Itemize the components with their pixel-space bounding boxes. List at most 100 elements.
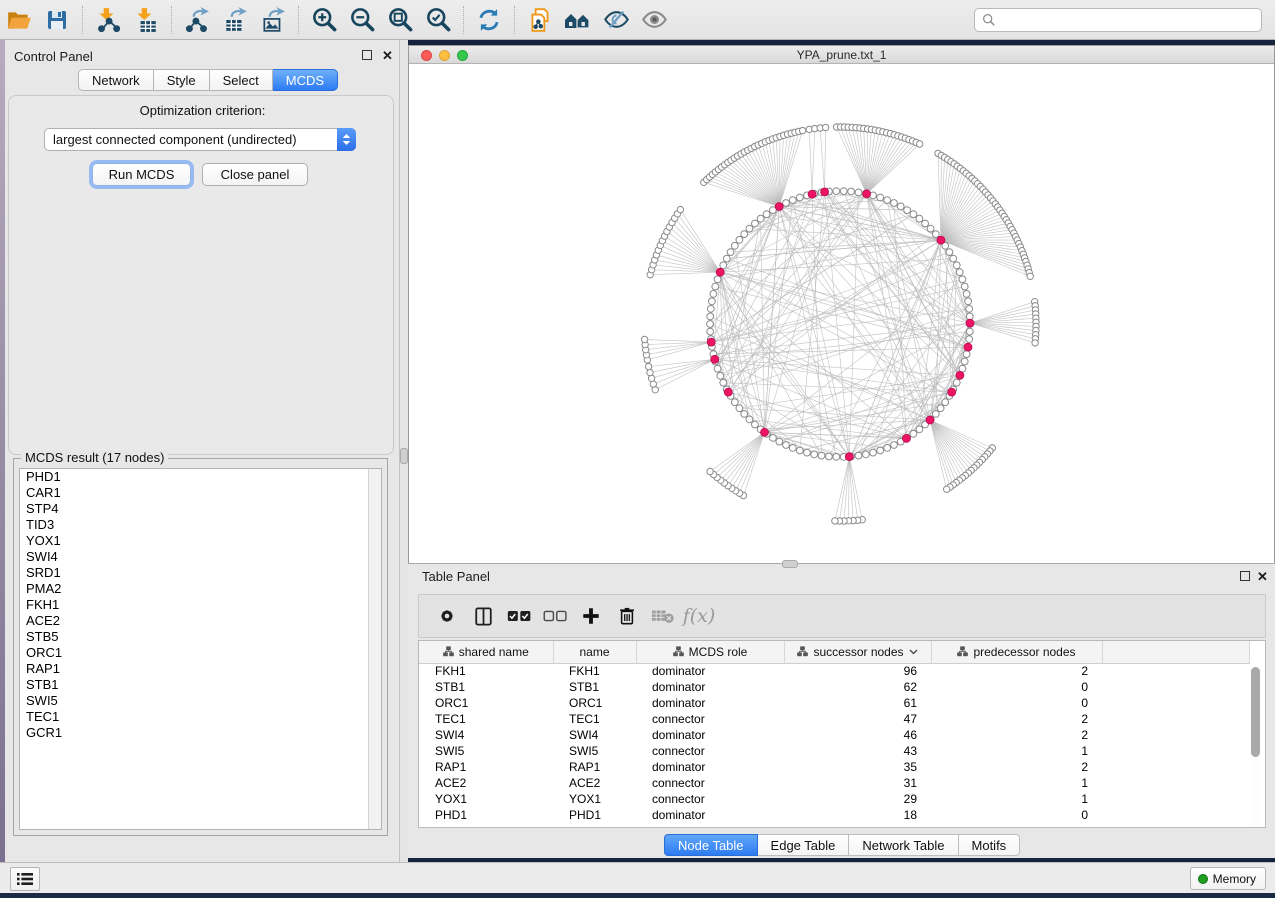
vertical-splitter[interactable]	[400, 40, 408, 862]
hierarchy-icon	[957, 646, 968, 657]
toolbar-separator	[171, 6, 172, 34]
column-header-name[interactable]: name	[553, 641, 636, 663]
deselect-all-button[interactable]	[537, 601, 573, 631]
table-row[interactable]: TEC1TEC1connector472	[419, 711, 1249, 727]
toolbar-separator	[514, 6, 515, 34]
mcds-result-item[interactable]: PMA2	[20, 581, 381, 597]
control-panel: Control Panel ✕ Network Style Select MCD…	[5, 40, 400, 862]
export-network-button[interactable]	[180, 3, 214, 37]
float-table-panel-icon[interactable]	[1240, 571, 1250, 581]
save-session-button[interactable]	[40, 3, 74, 37]
copy-network-button[interactable]	[523, 3, 557, 37]
table-panel-title: Table Panel	[422, 569, 490, 584]
task-history-button[interactable]	[10, 867, 40, 891]
table-row[interactable]: STB1STB1dominator620	[419, 679, 1249, 695]
splitter-grip[interactable]	[400, 448, 408, 464]
mcds-list-scrollbar[interactable]	[368, 469, 381, 829]
column-header-mcds-role[interactable]: MCDS role	[636, 641, 784, 663]
mcds-result-item[interactable]: PHD1	[20, 469, 381, 485]
table-row[interactable]: PHD1PHD1dominator180	[419, 807, 1249, 823]
main-toolbar	[0, 0, 1275, 40]
mcds-result-item[interactable]: YOX1	[20, 533, 381, 549]
table-settings-button[interactable]	[429, 601, 465, 631]
import-table-button[interactable]	[129, 3, 163, 37]
mcds-result-item[interactable]: CAR1	[20, 485, 381, 501]
network-window-titlebar[interactable]: YPA_prune.txt_1	[409, 46, 1274, 64]
table-scrollbar-thumb[interactable]	[1251, 667, 1260, 757]
network-canvas[interactable]	[409, 65, 1274, 563]
hide-selected-button[interactable]	[599, 3, 633, 37]
export-image-icon	[260, 7, 286, 33]
zoom-selected-button[interactable]	[421, 3, 455, 37]
eye-icon	[641, 6, 668, 33]
add-column-button[interactable]	[573, 601, 609, 631]
table-row[interactable]: SWI4SWI4dominator462	[419, 727, 1249, 743]
mcds-result-item[interactable]: ORC1	[20, 645, 381, 661]
table-toolbar: f(x)	[418, 594, 1266, 638]
zoom-in-button[interactable]	[307, 3, 341, 37]
table-row[interactable]: ORC1ORC1dominator610	[419, 695, 1249, 711]
mcds-result-item[interactable]: TEC1	[20, 709, 381, 725]
table-row[interactable]: SWI5SWI5connector431	[419, 743, 1249, 759]
tab-mcds[interactable]: MCDS	[273, 69, 338, 91]
memory-button[interactable]: Memory	[1190, 867, 1266, 890]
mcds-result-item[interactable]: STB5	[20, 629, 381, 645]
import-network-button[interactable]	[91, 3, 125, 37]
mcds-result-item[interactable]: SWI4	[20, 549, 381, 565]
search-field[interactable]	[974, 8, 1262, 32]
delete-table-button[interactable]	[645, 601, 681, 631]
table-scrollbar[interactable]	[1250, 665, 1261, 825]
mcds-result-item[interactable]: SWI5	[20, 693, 381, 709]
close-panel-icon[interactable]: ✕	[382, 51, 393, 61]
column-header-successor-nodes[interactable]: successor nodes	[784, 641, 931, 663]
mcds-result-item[interactable]: FKH1	[20, 597, 381, 613]
mcds-result-list[interactable]: PHD1 CAR1 STP4 TID3 YOX1 SWI4 SRD1 PMA2 …	[19, 468, 382, 830]
zoom-out-button[interactable]	[345, 3, 379, 37]
search-input[interactable]	[996, 10, 1261, 30]
column-header-shared-name[interactable]: shared name	[419, 641, 553, 663]
table-row[interactable]: RAP1RAP1dominator352	[419, 759, 1249, 775]
show-column-button[interactable]	[465, 601, 501, 631]
tab-style[interactable]: Style	[154, 69, 210, 91]
refresh-layout-button[interactable]	[472, 3, 506, 37]
mcds-result-item[interactable]: SRD1	[20, 565, 381, 581]
zoom-fit-icon	[387, 6, 414, 33]
network-graph[interactable]	[409, 65, 1274, 563]
function-builder-button[interactable]: f(x)	[681, 601, 717, 631]
tab-network[interactable]: Network	[78, 69, 154, 91]
tab-motifs[interactable]: Motifs	[959, 834, 1021, 856]
table-row[interactable]: YOX1YOX1connector291	[419, 791, 1249, 807]
first-neighbors-button[interactable]	[561, 3, 595, 37]
mcds-result-item[interactable]: STB1	[20, 677, 381, 693]
mcds-result-group: MCDS result (17 nodes) PHD1 CAR1 STP4 TI…	[13, 458, 388, 836]
optimization-criterion-select[interactable]: largest connected component (undirected)	[44, 128, 356, 151]
tab-network-table[interactable]: Network Table	[849, 834, 958, 856]
close-table-panel-icon[interactable]: ✕	[1257, 572, 1268, 582]
tab-edge-table[interactable]: Edge Table	[758, 834, 850, 856]
network-window-title: YPA_prune.txt_1	[409, 48, 1274, 62]
mcds-result-item[interactable]: RAP1	[20, 661, 381, 677]
horizontal-splitter-grip[interactable]	[782, 560, 798, 568]
show-all-button[interactable]	[637, 3, 671, 37]
zoom-fit-button[interactable]	[383, 3, 417, 37]
tab-select[interactable]: Select	[210, 69, 273, 91]
export-image-button[interactable]	[256, 3, 290, 37]
open-file-button[interactable]	[2, 3, 36, 37]
column-header-predecessor-nodes[interactable]: predecessor nodes	[931, 641, 1102, 663]
export-table-button[interactable]	[218, 3, 252, 37]
select-all-button[interactable]	[501, 601, 537, 631]
delete-column-button[interactable]	[609, 601, 645, 631]
close-mcds-panel-button[interactable]: Close panel	[202, 163, 308, 186]
tab-node-table[interactable]: Node Table	[664, 834, 758, 856]
table-row[interactable]: ACE2ACE2connector311	[419, 775, 1249, 791]
float-panel-icon[interactable]	[362, 50, 372, 60]
mcds-result-item[interactable]: STP4	[20, 501, 381, 517]
mcds-result-title: MCDS result (17 nodes)	[21, 450, 168, 465]
eye-slash-icon	[603, 6, 630, 33]
table-row[interactable]: FKH1FKH1dominator962	[419, 663, 1249, 679]
mcds-result-item[interactable]: GCR1	[20, 725, 381, 741]
mcds-result-item[interactable]: ACE2	[20, 613, 381, 629]
mcds-result-item[interactable]: TID3	[20, 517, 381, 533]
run-mcds-button[interactable]: Run MCDS	[92, 163, 191, 186]
column-header-filler	[1102, 641, 1249, 663]
